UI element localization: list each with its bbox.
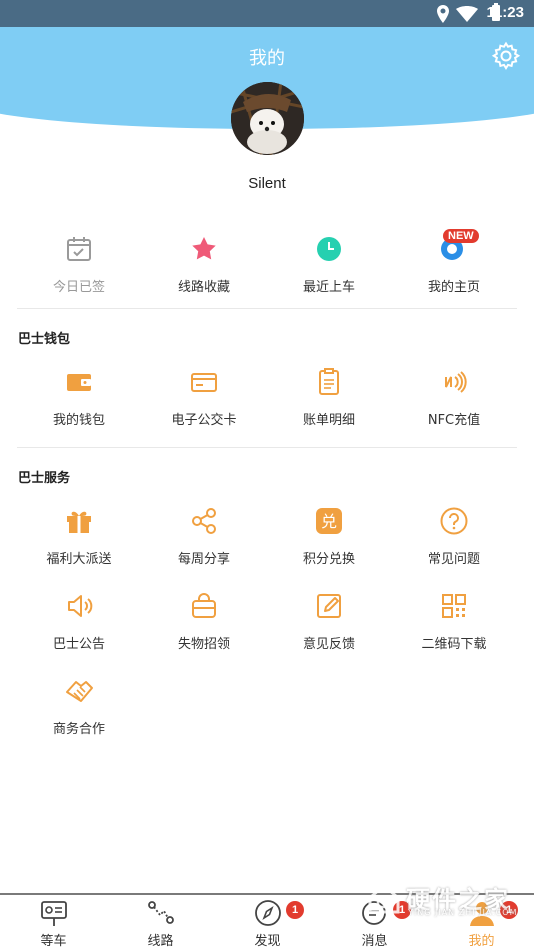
question-icon (440, 507, 468, 535)
services-row-2: 巴士公告 失物招领 意见反馈 二维码下载 (0, 591, 534, 661)
tab-discover[interactable]: 发现 1 (214, 895, 321, 949)
service-item-announcement[interactable]: 巴士公告 (12, 591, 146, 661)
tab-label: 消息 (361, 934, 388, 949)
service-item-label: 每周分享 (177, 552, 230, 567)
page-title: 我的 (249, 48, 285, 69)
service-item-feedback[interactable]: 意见反馈 (262, 591, 396, 661)
wallet-item-bus-card[interactable]: 电子公交卡 (137, 367, 271, 437)
quick-action-signin[interactable]: 今日已签 (12, 234, 146, 304)
service-item-label: 巴士公告 (52, 637, 105, 652)
clock-icon (317, 237, 341, 261)
quick-action-label: 我的主页 (427, 280, 480, 295)
bus-card-icon (191, 373, 217, 392)
divider (17, 308, 517, 309)
bag-icon (192, 593, 216, 618)
tab-label: 我的 (468, 934, 495, 949)
wallet-item-label: NFC充值 (427, 413, 481, 428)
gift-icon (67, 511, 91, 533)
new-badge: NEW (443, 229, 479, 243)
quick-action-favorites[interactable]: 线路收藏 (137, 234, 271, 304)
wifi-icon (456, 6, 478, 22)
service-item-gift[interactable]: 福利大派送 (12, 506, 146, 576)
service-item-label: 失物招领 (177, 637, 230, 652)
tab-waiting[interactable]: 等车 (0, 895, 107, 949)
services-section-title: 巴士服务 (18, 471, 71, 486)
quick-action-homepage[interactable]: 我的主页 (387, 234, 521, 304)
exchange-icon: 兑 (316, 508, 342, 534)
watermark: 硬件之家 YING JIAN ZHI JIA.COM (364, 876, 524, 926)
tab-routes[interactable]: 线路 (107, 895, 214, 949)
quick-action-label: 线路收藏 (177, 280, 230, 295)
quick-action-label: 最近上车 (302, 280, 355, 295)
tab-label: 线路 (147, 934, 174, 949)
service-item-qrcode[interactable]: 二维码下载 (387, 591, 521, 661)
edit-icon (317, 594, 341, 618)
wallet-item-my-wallet[interactable]: 我的钱包 (12, 367, 146, 437)
service-item-label: 积分兑换 (302, 552, 355, 567)
watermark-subtitle: YING JIAN ZHI JIA.COM (408, 908, 518, 917)
wallet-section-title: 巴士钱包 (18, 332, 71, 347)
service-item-lost-found[interactable]: 失物招领 (137, 591, 271, 661)
star-icon (192, 237, 216, 260)
service-item-label: 商务合作 (52, 722, 105, 737)
status-time: 11:23 (486, 4, 524, 21)
bus-stop-icon (40, 901, 67, 926)
tab-label: 等车 (40, 934, 67, 949)
tab-label: 发现 (254, 934, 281, 949)
divider (17, 447, 517, 448)
compass-icon (254, 900, 281, 926)
location-icon (437, 5, 449, 23)
wallet-item-label: 账单明细 (302, 413, 355, 428)
share-icon (192, 508, 216, 534)
wallet-item-nfc[interactable]: NFC充值 (387, 367, 521, 437)
calendar-check-icon (67, 237, 91, 261)
settings-gear-icon[interactable] (491, 41, 521, 71)
wallet-grid: 我的钱包 电子公交卡 账单明细 NFC充值 (0, 367, 534, 437)
service-item-label: 福利大派送 (46, 552, 112, 567)
username: Silent (248, 175, 286, 192)
quick-actions: 今日已签 线路收藏 最近上车 我的主页 (0, 234, 534, 304)
discover-badge: 1 (286, 901, 304, 919)
wallet-item-bill[interactable]: 账单明细 (262, 367, 396, 437)
service-item-label: 意见反馈 (302, 637, 355, 652)
service-item-label: 常见问题 (427, 552, 480, 567)
service-item-business[interactable]: 商务合作 (12, 676, 146, 746)
quick-action-recent[interactable]: 最近上车 (262, 234, 396, 304)
wallet-item-label: 电子公交卡 (171, 413, 237, 428)
services-row-3: 商务合作 (0, 676, 534, 746)
service-item-share[interactable]: 每周分享 (137, 506, 271, 576)
service-item-faq[interactable]: 常见问题 (387, 506, 521, 576)
nfc-icon (445, 371, 467, 393)
svg-text:兑: 兑 (321, 512, 337, 531)
qrcode-icon (442, 594, 466, 618)
quick-action-label: 今日已签 (52, 280, 105, 295)
status-bar: 11:23 (0, 0, 534, 27)
route-icon (147, 901, 174, 924)
wallet-item-label: 我的钱包 (52, 413, 105, 428)
bill-icon (319, 368, 339, 395)
service-item-exchange[interactable]: 兑 积分兑换 (262, 506, 396, 576)
handshake-icon (66, 681, 93, 702)
wallet-icon (67, 374, 91, 391)
watermark-house-icon (368, 882, 400, 914)
service-item-label: 二维码下载 (421, 637, 487, 652)
avatar[interactable] (231, 82, 304, 155)
speaker-icon (68, 595, 93, 617)
services-row-1: 福利大派送 每周分享 兑 积分兑换 常见问题 (0, 506, 534, 576)
